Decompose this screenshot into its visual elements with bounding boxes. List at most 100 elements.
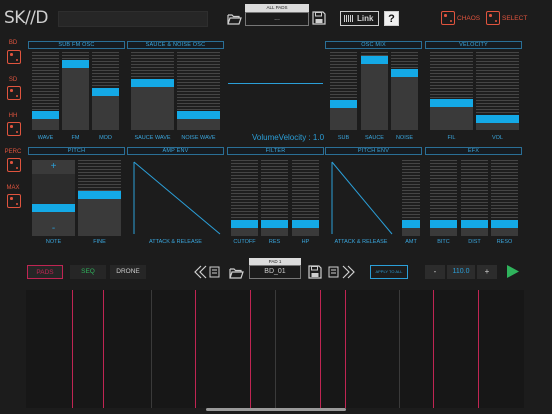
link-label: Link: [357, 14, 374, 23]
note-slider[interactable]: [32, 174, 75, 222]
reso-slider[interactable]: [491, 160, 518, 236]
category-label-sd: SD: [8, 77, 18, 83]
noise-wave-slider[interactable]: [177, 52, 220, 130]
perc-dice-icon[interactable]: [7, 158, 21, 172]
preset-name-field[interactable]: [58, 11, 208, 27]
pad-trigger-marker: [103, 290, 104, 408]
play-icon[interactable]: [506, 264, 520, 279]
pitch-attack-release-label: ATTACK & RELEASE: [334, 239, 388, 245]
sauce-mix-slider[interactable]: [361, 52, 388, 130]
all-pads-caption: ALL PADS: [245, 4, 309, 12]
link-icon: [344, 15, 353, 22]
select-label[interactable]: SELECT: [502, 15, 527, 22]
mod-slider[interactable]: [92, 52, 119, 130]
amt-label: AMT: [405, 239, 417, 245]
sub-mix-slider[interactable]: [330, 52, 357, 130]
pad-trigger-marker: [72, 290, 73, 408]
slider-thumb[interactable]: [461, 220, 488, 228]
bitc-label: BITC: [437, 239, 450, 245]
pad-name-display[interactable]: BD_01: [249, 265, 301, 279]
amp-attack-release-label: ATTACK & RELEASE: [149, 239, 202, 245]
vol-velocity-slider[interactable]: [476, 52, 519, 130]
fil-velocity-slider[interactable]: [430, 52, 473, 130]
category-label-max: MAX: [6, 185, 20, 191]
tab-seq[interactable]: SEQ: [70, 265, 106, 279]
slider-thumb[interactable]: [292, 220, 319, 228]
sauce-wave-slider[interactable]: [131, 52, 174, 130]
noise-mix-slider[interactable]: [391, 52, 418, 130]
ableton-link-button[interactable]: Link: [340, 11, 379, 26]
sd-dice-icon[interactable]: [7, 86, 21, 100]
amt-slider[interactable]: [402, 160, 420, 236]
velocity-title: VELOCITY: [425, 41, 522, 49]
hp-label: HP: [301, 239, 310, 245]
mod-label: MOD: [99, 135, 112, 141]
hp-slider[interactable]: [292, 160, 319, 236]
slider-thumb[interactable]: [177, 111, 220, 119]
tab-drone[interactable]: DRONE: [110, 265, 146, 279]
tab-pads[interactable]: PADS: [27, 265, 63, 279]
fm-slider[interactable]: [62, 52, 89, 130]
pad-trigger-marker: [195, 290, 196, 408]
all-pads-preset-display[interactable]: ...: [245, 12, 309, 26]
previous-pad-icon[interactable]: [194, 265, 222, 279]
pitch-env-title: PITCH ENV: [325, 147, 422, 155]
noise-wave-label: NOISE WAVE: [181, 135, 216, 141]
chaos-dice-icon[interactable]: [441, 11, 455, 25]
status-readout: VolumeVelocity : 1.0: [252, 133, 325, 142]
slider-thumb[interactable]: [231, 220, 258, 228]
save-icon[interactable]: [312, 11, 326, 25]
category-label-hh: HH: [8, 113, 18, 119]
vol-label: VOL: [491, 135, 503, 141]
sub-label: SUB: [337, 135, 350, 141]
slider-thumb[interactable]: [131, 79, 174, 87]
slider-thumb[interactable]: [261, 220, 288, 228]
folder-open-icon[interactable]: [227, 12, 242, 25]
cutoff-slider[interactable]: [231, 160, 258, 236]
tempo-decrease-button[interactable]: -: [425, 265, 445, 279]
dist-label: DIST: [468, 239, 481, 245]
chaos-label[interactable]: CHAOS: [457, 15, 480, 22]
bitc-slider[interactable]: [430, 160, 457, 236]
note-increment-button[interactable]: +: [32, 160, 75, 174]
slider-thumb[interactable]: [62, 60, 89, 68]
wave-slider[interactable]: [32, 52, 59, 130]
dist-slider[interactable]: [461, 160, 488, 236]
pad-folder-open-icon[interactable]: [229, 266, 244, 279]
apply-to-all-button[interactable]: APPLY TO ALL: [370, 265, 408, 279]
slider-thumb[interactable]: [430, 220, 457, 228]
res-slider[interactable]: [261, 160, 288, 236]
slider-thumb[interactable]: [361, 56, 388, 64]
pad-caption: PAD 1: [249, 258, 301, 265]
help-button[interactable]: ?: [384, 11, 399, 26]
bd-dice-icon[interactable]: [7, 50, 21, 64]
slider-thumb[interactable]: [32, 204, 75, 212]
slider-thumb[interactable]: [402, 220, 420, 228]
pitch-envelope-editor[interactable]: [326, 160, 396, 236]
slider-thumb[interactable]: [78, 191, 121, 199]
slider-thumb[interactable]: [491, 220, 518, 228]
cutoff-label: CUTOFF: [233, 239, 256, 245]
slider-thumb[interactable]: [391, 69, 418, 77]
max-dice-icon[interactable]: [7, 194, 21, 208]
waveform-line: [228, 83, 323, 84]
slider-thumb[interactable]: [32, 111, 59, 119]
slider-thumb[interactable]: [92, 88, 119, 96]
next-pad-icon[interactable]: [328, 265, 356, 279]
fil-label: FIL: [447, 135, 456, 141]
fine-slider[interactable]: [78, 160, 121, 236]
tempo-increase-button[interactable]: +: [477, 265, 497, 279]
slider-fill: [391, 69, 418, 130]
note-decrement-button[interactable]: -: [32, 222, 75, 236]
pad-trigger-marker: [250, 290, 251, 408]
pad-save-icon[interactable]: [308, 265, 322, 279]
hh-dice-icon[interactable]: [7, 122, 21, 136]
slider-thumb[interactable]: [330, 100, 357, 108]
select-dice-icon[interactable]: [486, 11, 500, 25]
sauce-wave-label: SAUCE WAVE: [134, 135, 171, 141]
pad-divider: [275, 290, 276, 408]
slider-thumb[interactable]: [476, 115, 519, 123]
amp-envelope-editor[interactable]: [128, 160, 223, 236]
tempo-display[interactable]: 110.0: [447, 265, 475, 279]
slider-thumb[interactable]: [430, 99, 473, 107]
